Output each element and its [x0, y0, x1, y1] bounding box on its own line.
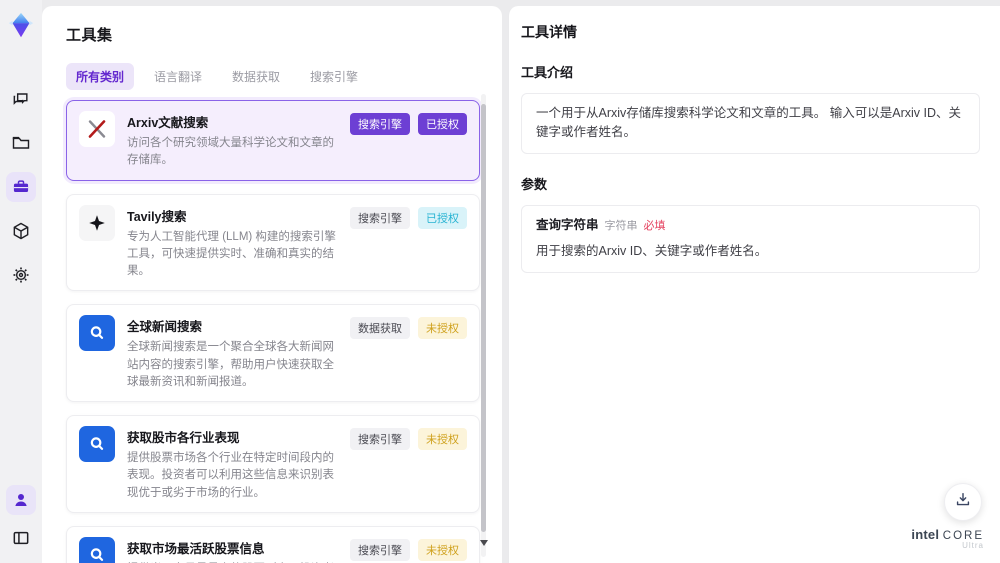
- category-badge: 搜索引擎: [350, 428, 410, 450]
- tool-name: Arxiv文献搜索: [127, 116, 209, 130]
- tool-text: 获取市场最活跃股票信息 提供当天交易量最高的股票列表，投资者可以利用这些信息来识…: [127, 537, 338, 563]
- auth-status-badge: 已授权: [418, 206, 467, 229]
- core-logo-text: CORE: [942, 529, 984, 542]
- tool-card-sector-performance[interactable]: 获取股市各行业表现 提供股票市场各个行业在特定时间段内的表现。投资者可以利用这些…: [66, 415, 480, 513]
- tab-all-categories[interactable]: 所有类别: [66, 63, 135, 90]
- intel-logo-text: intel: [911, 526, 940, 542]
- sidebar: [0, 0, 42, 563]
- settings-gear-icon: [11, 265, 31, 285]
- page-title: 工具集: [66, 27, 113, 44]
- tool-list: Arxiv文献搜索 访问各个研究领域大量科学论文和文章的存储库。 搜索引擎 已授…: [66, 100, 480, 563]
- category-badge: 搜索引擎: [350, 538, 410, 561]
- scrollbar-thumb[interactable]: [481, 104, 486, 532]
- sidebar-item-files[interactable]: [6, 128, 36, 158]
- cube-icon: [11, 221, 31, 241]
- arxiv-logo-icon: [79, 111, 115, 147]
- tool-card-tavily[interactable]: Tavily搜索 专为人工智能代理 (LLM) 构建的搜索引擎工具，可快速提供实…: [66, 193, 480, 292]
- tool-name: 获取市场最活跃股票信息: [127, 541, 265, 556]
- parameter-type: 字符串: [604, 219, 638, 232]
- auth-status-badge: 未授权: [418, 317, 467, 340]
- intel-core-logo: intel CORE Ultra: [911, 526, 984, 551]
- auth-status-badge: 未授权: [418, 428, 467, 450]
- auth-status-badge: 已授权: [418, 113, 467, 135]
- panel-toggle-icon: [11, 528, 31, 548]
- scroll-down-arrow-icon[interactable]: [480, 540, 488, 546]
- category-badge: 数据获取: [350, 317, 410, 340]
- toolbox-icon: [11, 177, 31, 197]
- tool-badges: 搜索引擎 未授权: [350, 537, 467, 563]
- sidebar-item-chat[interactable]: [6, 84, 36, 114]
- list-scrollbar[interactable]: [481, 94, 486, 557]
- params-heading: 参数: [521, 176, 548, 192]
- tools-pane: 工具集 所有类别 语言翻译 数据获取 搜索引擎 Arxiv文献搜索 访问各个研究…: [42, 6, 502, 563]
- sidebar-item-models[interactable]: [6, 216, 36, 246]
- chat-icon: [11, 89, 31, 109]
- tool-text: 全球新闻搜索 全球新闻搜索是一个聚合全球各大新闻网站内容的搜索引擎，帮助用户快速…: [127, 315, 338, 391]
- tool-description: 提供股票市场各个行业在特定时间段内的表现。投资者可以利用这些信息来识别表现优于或…: [127, 452, 334, 499]
- tool-card-global-news[interactable]: 全球新闻搜索 全球新闻搜索是一个聚合全球各大新闻网站内容的搜索引擎，帮助用户快速…: [66, 304, 480, 402]
- folder-icon: [11, 133, 31, 153]
- tool-description: 全球新闻搜索是一个聚合全球各大新闻网站内容的搜索引擎，帮助用户快速获取全球最新资…: [127, 341, 334, 388]
- tool-name: 获取股市各行业表现: [127, 431, 240, 445]
- user-icon: [12, 491, 30, 509]
- tool-description: 专为人工智能代理 (LLM) 构建的搜索引擎工具，可快速提供实时、准确和真实的结…: [127, 230, 336, 278]
- tab-data-fetch[interactable]: 数据获取: [222, 63, 290, 90]
- tool-badges: 搜索引擎 已授权: [350, 111, 467, 170]
- tab-search-engine[interactable]: 搜索引擎: [300, 63, 368, 90]
- app-logo: [4, 8, 38, 42]
- sparkle-star-icon: [79, 204, 115, 241]
- tool-text: 获取股市各行业表现 提供股票市场各个行业在特定时间段内的表现。投资者可以利用这些…: [127, 426, 338, 502]
- tab-language-translation[interactable]: 语言翻译: [144, 63, 212, 90]
- tool-card-most-active-stocks[interactable]: 获取市场最活跃股票信息 提供当天交易量最高的股票列表，投资者可以利用这些信息来识…: [66, 525, 480, 563]
- parameter-name: 查询字符串: [536, 217, 599, 232]
- category-badge: 搜索引擎: [350, 113, 410, 135]
- tool-intro-text: 一个用于从Arxiv存储库搜索科学论文和文章的工具。 输入可以是Arxiv ID…: [536, 106, 962, 140]
- parameter-header: 查询字符串 字符串 必填: [536, 216, 965, 235]
- sidebar-item-settings[interactable]: [6, 260, 36, 290]
- sidebar-item-tools[interactable]: [6, 172, 36, 202]
- category-badge: 搜索引擎: [350, 206, 410, 229]
- tool-badges: 数据获取 未授权: [350, 315, 467, 391]
- category-tabs: 所有类别 语言翻译 数据获取 搜索引擎: [66, 63, 480, 90]
- parameter-description: 用于搜索的Arxiv ID、关键字或作者姓名。: [536, 244, 768, 259]
- tool-detail-pane: 工具详情 工具介绍 一个用于从Arxiv存储库搜索科学论文和文章的工具。 输入可…: [508, 6, 1000, 563]
- tool-text: Arxiv文献搜索 访问各个研究领域大量科学论文和文章的存储库。: [127, 111, 338, 170]
- download-button[interactable]: [944, 483, 982, 521]
- sidebar-item-collapse[interactable]: [6, 523, 36, 553]
- tool-card-arxiv[interactable]: Arxiv文献搜索 访问各个研究领域大量科学论文和文章的存储库。 搜索引擎 已授…: [66, 100, 480, 181]
- download-icon: [953, 490, 973, 515]
- intro-heading: 工具介绍: [521, 65, 574, 80]
- parameter-required-flag: 必填: [643, 219, 666, 232]
- tool-badges: 搜索引擎 未授权: [350, 426, 467, 502]
- tool-name: 全球新闻搜索: [127, 320, 203, 335]
- blue-search-icon: [79, 426, 115, 462]
- auth-status-badge: 未授权: [418, 538, 467, 561]
- sidebar-item-account[interactable]: [6, 485, 36, 515]
- detail-title: 工具详情: [521, 24, 577, 40]
- tool-badges: 搜索引擎 已授权: [350, 205, 467, 281]
- tool-intro-box: 一个用于从Arxiv存储库搜索科学论文和文章的工具。 输入可以是Arxiv ID…: [521, 93, 980, 154]
- tool-text: Tavily搜索 专为人工智能代理 (LLM) 构建的搜索引擎工具，可快速提供实…: [127, 205, 338, 281]
- blue-search-icon: [79, 315, 115, 352]
- tool-description: 访问各个研究领域大量科学论文和文章的存储库。: [127, 137, 334, 167]
- ultra-logo-text: Ultra: [962, 541, 984, 551]
- blue-search-icon: [79, 536, 115, 563]
- parameter-box: 查询字符串 字符串 必填 用于搜索的Arxiv ID、关键字或作者姓名。: [521, 204, 980, 273]
- tool-name: Tavily搜索: [127, 209, 187, 224]
